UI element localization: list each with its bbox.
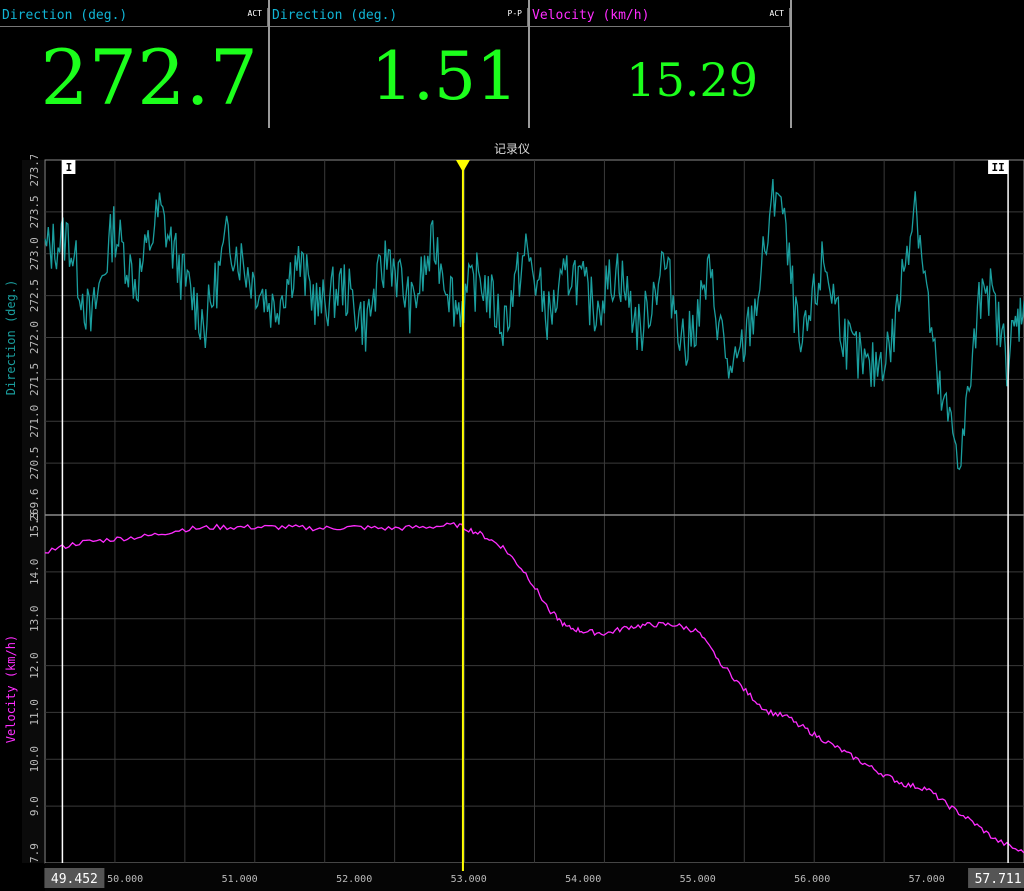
panel-direction-pp[interactable]: Direction (deg.) P-P 1.51 — [270, 0, 530, 128]
x-tick-label: 56.000 — [794, 874, 830, 885]
recorder-chart[interactable]: 273.7 273.5 273.0 272.5 272.0 271.5 271.0 270.5… — [0, 155, 1024, 891]
y-tick-label: 271.0 — [28, 405, 41, 438]
y-tick-label: 9.0 — [28, 796, 41, 816]
y-axis-label: Direction (deg.) — [4, 280, 18, 396]
y-tick-label: 10.0 — [28, 746, 41, 773]
y-tick-label: 15.3 — [28, 512, 41, 539]
y-axis-label: Velocity (km/h) — [4, 635, 18, 743]
y-tick-label: 11.0 — [28, 699, 41, 726]
y-tick-label: 12.0 — [28, 652, 41, 679]
x-tick-label: 54.000 — [565, 874, 601, 885]
y-tick-label: 273.5 — [28, 195, 41, 228]
panel-header: Direction (deg.) — [0, 8, 268, 27]
cursor-left-readout: 49.452 — [51, 872, 98, 887]
cursor-left-marker: I — [66, 161, 73, 174]
x-tick-label: 57.000 — [909, 874, 945, 885]
x-tick-label: 55.000 — [680, 874, 716, 885]
panel-velocity-act[interactable]: Velocity (km/h) ACT 15.29 — [530, 0, 792, 128]
y-tick-label: 13.0 — [28, 605, 41, 632]
y-tick-label: 272.0 — [28, 321, 41, 354]
panel-value: 15.29 — [626, 53, 758, 107]
panel-tag: ACT — [247, 9, 262, 18]
y-tick-label: 272.5 — [28, 279, 41, 312]
y-tick-label: 273.7 — [28, 155, 41, 187]
panel-value: 272.7 — [40, 33, 258, 122]
x-tick-label: 50.000 — [107, 874, 143, 885]
panel-label: Direction (deg.) — [272, 8, 398, 23]
panel-header: Direction (deg.) — [270, 8, 528, 27]
y-tick-label: 273.0 — [28, 237, 41, 270]
cursor-right-readout: 57.711 — [975, 872, 1022, 887]
y-tick-label: 14.0 — [28, 559, 41, 586]
x-tick-label: 52.000 — [336, 874, 372, 885]
x-axis-strip — [45, 863, 1024, 891]
panel-direction-act[interactable]: Direction (deg.) ACT 272.7 — [0, 0, 270, 128]
panel-label: Direction (deg.) — [2, 8, 128, 23]
y-tick-label: 7.9 — [28, 843, 41, 863]
y-tick-label: 271.5 — [28, 363, 41, 396]
x-tick-label: 51.000 — [222, 874, 258, 885]
cursor-right-marker: II — [991, 161, 1004, 174]
panel-header: Velocity (km/h) — [530, 8, 790, 27]
panel-tag: P-P — [507, 9, 522, 18]
panel-value: 1.51 — [371, 38, 518, 115]
x-tick-label: 53.000 — [451, 874, 487, 885]
panel-tag: ACT — [769, 9, 784, 18]
y-tick-label: 270.5 — [28, 447, 41, 480]
panel-label: Velocity (km/h) — [532, 8, 650, 23]
